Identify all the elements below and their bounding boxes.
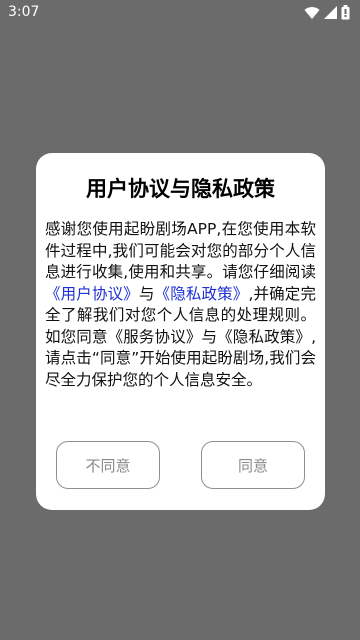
wifi-icon (304, 6, 320, 20)
status-time: 3:07 (8, 4, 40, 20)
signal-icon (324, 6, 337, 19)
body-text-intro: 感谢您使用起盼剧场APP,在您使用本软件过程中,我们可能会对您的部分个人信息进行… (45, 220, 316, 281)
dialog-title: 用户协议与隐私政策 (86, 177, 275, 201)
body-text-and: 与 (138, 284, 155, 303)
status-icons (304, 5, 350, 20)
privacy-dialog: 用户协议与隐私政策 感谢您使用起盼剧场APP,在您使用本软件过程中,我们可能会对… (36, 153, 325, 510)
battery-icon (341, 5, 350, 20)
user-agreement-link[interactable]: 《用户协议》 (45, 285, 139, 303)
privacy-policy-link[interactable]: 《隐私政策》 (155, 285, 249, 303)
disagree-button[interactable]: 不同意 (56, 441, 160, 489)
dialog-body: 感谢您使用起盼剧场APP,在您使用本软件过程中,我们可能会对您的部分个人信息进行… (45, 219, 316, 391)
agree-button[interactable]: 同意 (201, 441, 305, 489)
status-bar: 3:07 (0, 0, 360, 26)
